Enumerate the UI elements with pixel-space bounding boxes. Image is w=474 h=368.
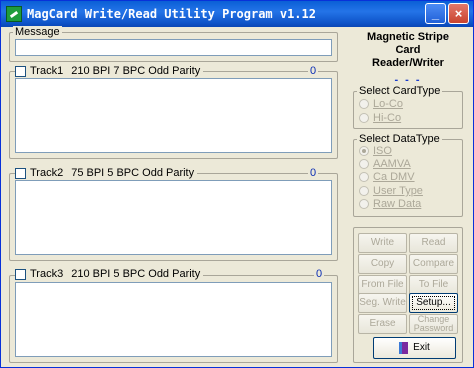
radio-lo-co[interactable]: Lo-Co <box>359 98 403 110</box>
track1-label: Track1 <box>30 65 64 77</box>
radio-ca-dmv-icon <box>359 172 369 182</box>
erase-button[interactable]: Erase <box>358 314 407 334</box>
track2-checkbox[interactable] <box>15 167 26 179</box>
radio-raw-data-icon <box>359 199 369 209</box>
radio-hi-co[interactable]: Hi-Co <box>359 112 401 124</box>
track1-header: Track1 210 BPI 7 BPC Odd Parity <box>15 65 204 77</box>
radio-iso-label: ISO <box>373 145 392 157</box>
message-label: Message <box>13 26 62 38</box>
to-file-button[interactable]: To File <box>409 275 458 295</box>
exit-button[interactable]: Exit <box>373 337 456 359</box>
track1-checkbox[interactable] <box>15 65 26 77</box>
radio-aamva-icon <box>359 159 369 169</box>
radio-lo-co-label: Lo-Co <box>373 98 403 110</box>
exit-label: Exit <box>413 342 430 353</box>
track1-count: 0 <box>308 65 319 77</box>
card-type-title: Select CardType <box>357 85 443 97</box>
write-button[interactable]: Write <box>358 233 407 253</box>
change-password-button[interactable]: Change Password <box>409 314 458 334</box>
copy-button[interactable]: Copy <box>358 254 407 274</box>
from-file-button[interactable]: From File <box>358 275 407 295</box>
close-button[interactable]: × <box>448 3 469 24</box>
radio-user-type-icon <box>359 186 369 196</box>
track2-count: 0 <box>308 167 319 179</box>
radio-aamva[interactable]: AAMVA <box>359 158 411 170</box>
track3-count: 0 <box>314 268 325 280</box>
title-minimize-button[interactable]: _ <box>425 3 446 24</box>
read-button[interactable]: Read <box>409 233 458 253</box>
main-window: MagCard Write/Read Utility Program v1.12… <box>0 0 474 368</box>
data-type-title: Select DataType <box>357 133 442 145</box>
track2-header: Track2 75 BPI 5 BPC Odd Parity <box>15 167 198 179</box>
track3-info: 210 BPI 5 BPC Odd Parity <box>71 268 201 280</box>
radio-lo-co-icon <box>359 99 369 109</box>
track2-data-field[interactable] <box>15 180 332 255</box>
window-title: MagCard Write/Read Utility Program v1.12 <box>27 7 316 21</box>
radio-user-type[interactable]: User Type <box>359 185 423 197</box>
track1-info: 210 BPI 7 BPC Odd Parity <box>71 65 201 77</box>
track3-header: Track3 210 BPI 5 BPC Odd Parity <box>15 268 204 280</box>
message-field[interactable] <box>15 39 332 56</box>
track2-info: 75 BPI 5 BPC Odd Parity <box>71 167 195 179</box>
radio-ca-dmv-label: Ca DMV <box>373 171 415 183</box>
radio-user-type-label: User Type <box>373 185 423 197</box>
track3-data-field[interactable] <box>15 282 332 357</box>
seg-write-button[interactable]: Seg. Write <box>358 293 407 313</box>
radio-ca-dmv[interactable]: Ca DMV <box>359 171 415 183</box>
setup-button[interactable]: Setup... <box>409 293 458 313</box>
brand-panel: Magnetic Stripe Card Reader/Writer - - - <box>353 31 463 86</box>
compare-button[interactable]: Compare <box>409 254 458 274</box>
radio-raw-data-label: Raw Data <box>373 198 422 210</box>
brand-line-2: Reader/Writer <box>372 57 444 69</box>
track3-label: Track3 <box>30 268 64 280</box>
track2-label: Track2 <box>30 167 64 179</box>
radio-hi-co-icon <box>359 113 369 123</box>
brand-line-1: Magnetic Stripe Card <box>367 31 449 56</box>
app-icon <box>6 6 22 22</box>
radio-raw-data[interactable]: Raw Data <box>359 198 421 210</box>
radio-iso-icon <box>359 146 369 156</box>
radio-iso[interactable]: ISO <box>359 145 392 157</box>
track3-checkbox[interactable] <box>15 268 26 280</box>
track1-data-field[interactable] <box>15 78 332 153</box>
radio-aamva-label: AAMVA <box>373 158 411 170</box>
title-bar[interactable]: MagCard Write/Read Utility Program v1.12 <box>1 1 473 27</box>
radio-hi-co-label: Hi-Co <box>373 112 402 124</box>
exit-door-icon <box>399 342 409 354</box>
